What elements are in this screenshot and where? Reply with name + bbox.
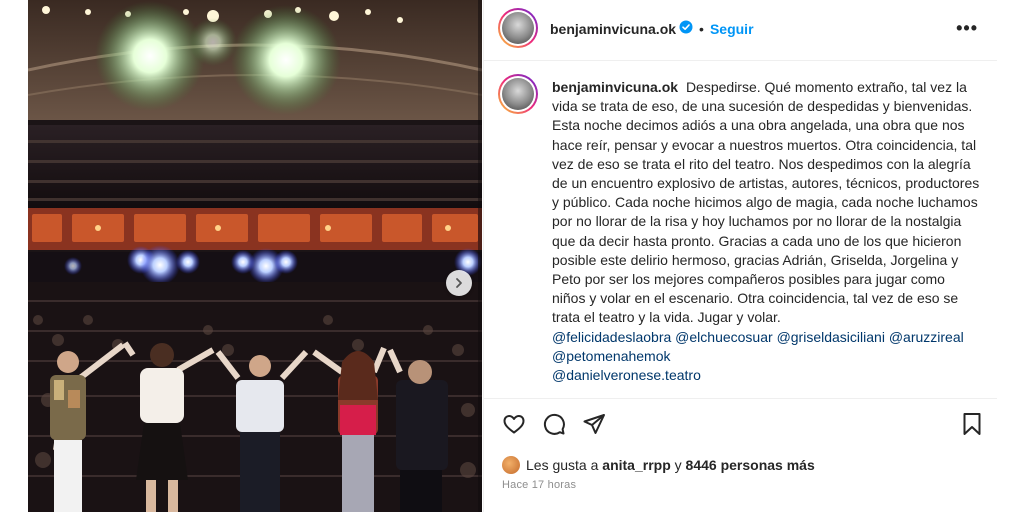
post-caption: benjaminvicuna.ok Despedirse. Qué moment… <box>552 78 982 385</box>
liker-avatar[interactable] <box>502 456 520 474</box>
paper-plane-icon[interactable] <box>582 412 606 441</box>
separator-dot: • <box>699 21 704 37</box>
mention-link[interactable]: @petomenahemok <box>552 348 671 364</box>
caption-text: Despedirse. Qué momento extraño, tal vez… <box>552 79 980 326</box>
mention-link[interactable]: @elchuecosuar <box>675 329 773 345</box>
mention-link[interactable]: @danielveronese.teatro <box>552 367 701 383</box>
author-avatar[interactable] <box>498 8 538 48</box>
post-header: benjaminvicuna.ok • Seguir ••• <box>484 0 998 61</box>
right-margin <box>997 0 1024 512</box>
instagram-post-view: benjaminvicuna.ok • Seguir ••• benjaminv… <box>0 0 1024 512</box>
post-details-panel: benjaminvicuna.ok • Seguir ••• benjaminv… <box>483 0 998 512</box>
follow-button[interactable]: Seguir <box>710 21 754 37</box>
likes-count-link[interactable]: 8446 personas más <box>686 457 815 473</box>
left-margin <box>0 0 28 512</box>
likes-summary: Les gusta a anita_rrpp y 8446 personas m… <box>502 455 815 475</box>
next-photo-button[interactable] <box>446 270 472 296</box>
author-username[interactable]: benjaminvicuna.ok <box>550 21 676 37</box>
verified-badge-icon <box>679 20 693 39</box>
post-photo[interactable] <box>28 0 482 512</box>
post-actions-bar <box>484 398 998 451</box>
mention-link[interactable]: @aruzzireal <box>889 329 964 345</box>
avatar-photo <box>502 78 534 110</box>
bookmark-icon[interactable] <box>962 412 982 441</box>
mention-link[interactable]: @griseldasiciliani <box>777 329 885 345</box>
chevron-right-icon <box>456 278 462 288</box>
theater-stage-photo <box>28 0 482 512</box>
post-timestamp[interactable]: Hace 17 horas <box>502 479 576 491</box>
caption-avatar[interactable] <box>498 74 538 114</box>
more-options-button[interactable]: ••• <box>956 18 978 39</box>
avatar-photo <box>502 12 534 44</box>
likes-connector: y <box>674 457 682 473</box>
caption-username[interactable]: benjaminvicuna.ok <box>552 79 678 95</box>
likes-prefix: Les gusta a <box>526 457 599 473</box>
heart-icon[interactable] <box>502 412 526 441</box>
comment-icon[interactable] <box>542 412 566 441</box>
mention-link[interactable]: @felicidadeslaobra <box>552 329 671 345</box>
liker-username[interactable]: anita_rrpp <box>602 457 670 473</box>
